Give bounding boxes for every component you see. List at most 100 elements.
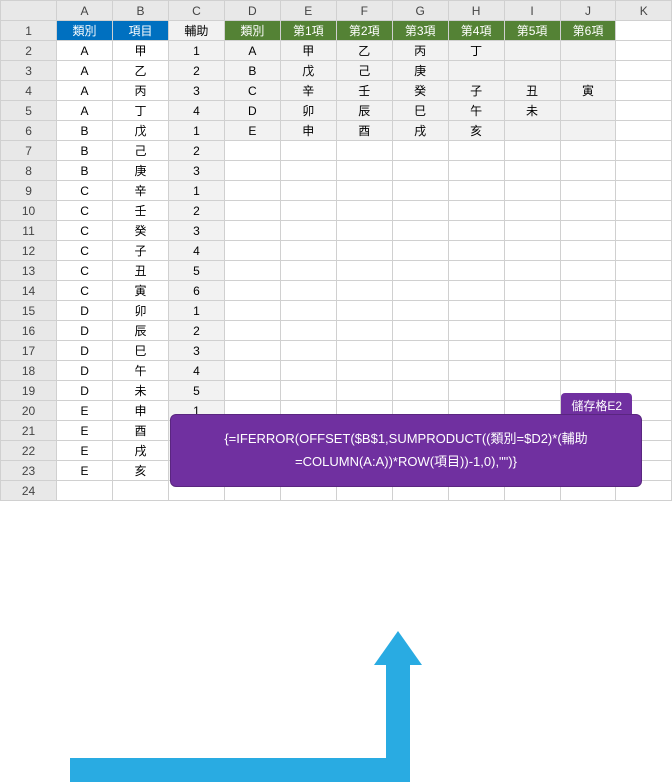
cell[interactable] — [448, 161, 504, 181]
cell[interactable]: 亥 — [448, 121, 504, 141]
cell[interactable] — [392, 241, 448, 261]
cell[interactable] — [448, 201, 504, 221]
cell[interactable]: 亥 — [113, 461, 169, 481]
col-C[interactable]: C — [168, 1, 224, 21]
cell[interactable] — [560, 121, 616, 141]
cell[interactable]: C — [57, 181, 113, 201]
cell[interactable] — [504, 361, 560, 381]
cell[interactable]: 辛 — [113, 181, 169, 201]
cell[interactable]: 子 — [113, 241, 169, 261]
row-1[interactable]: 1 — [1, 21, 57, 41]
row-17[interactable]: 17 — [1, 341, 57, 361]
cell[interactable]: C — [224, 81, 280, 101]
cell[interactable] — [392, 341, 448, 361]
col-F[interactable]: F — [336, 1, 392, 21]
cell[interactable] — [448, 281, 504, 301]
cell[interactable] — [504, 221, 560, 241]
cell[interactable] — [280, 201, 336, 221]
cell[interactable] — [616, 61, 672, 81]
col-A[interactable]: A — [57, 1, 113, 21]
cell[interactable]: 1 — [168, 121, 224, 141]
cell[interactable] — [616, 21, 672, 41]
select-all[interactable] — [1, 1, 57, 21]
cell[interactable]: 庚 — [392, 61, 448, 81]
cell[interactable]: 第5項 — [504, 21, 560, 41]
cell[interactable] — [280, 361, 336, 381]
row-12[interactable]: 12 — [1, 241, 57, 261]
cell[interactable] — [224, 241, 280, 261]
cell[interactable]: 丙 — [113, 81, 169, 101]
cell[interactable]: D — [224, 101, 280, 121]
cell[interactable] — [336, 181, 392, 201]
cell[interactable]: 寅 — [560, 81, 616, 101]
cell[interactable]: 2 — [168, 201, 224, 221]
row-3[interactable]: 3 — [1, 61, 57, 81]
cell[interactable]: 6 — [168, 281, 224, 301]
cell[interactable] — [224, 281, 280, 301]
cell[interactable] — [392, 281, 448, 301]
cell[interactable] — [336, 321, 392, 341]
row-15[interactable]: 15 — [1, 301, 57, 321]
cell[interactable]: 子 — [448, 81, 504, 101]
cell[interactable]: C — [57, 241, 113, 261]
cell[interactable] — [616, 301, 672, 321]
cell[interactable] — [616, 221, 672, 241]
cell[interactable] — [504, 341, 560, 361]
cell[interactable] — [224, 141, 280, 161]
cell[interactable] — [224, 221, 280, 241]
cell[interactable] — [336, 361, 392, 381]
cell[interactable] — [560, 201, 616, 221]
cell[interactable] — [504, 201, 560, 221]
cell[interactable] — [616, 121, 672, 141]
cell[interactable] — [616, 141, 672, 161]
row-24[interactable]: 24 — [1, 481, 57, 501]
cell[interactable]: A — [57, 81, 113, 101]
cell[interactable]: 未 — [504, 101, 560, 121]
cell[interactable]: 辛 — [280, 81, 336, 101]
cell[interactable]: A — [57, 101, 113, 121]
cell[interactable]: 巳 — [392, 101, 448, 121]
cell[interactable]: 5 — [168, 261, 224, 281]
cell[interactable]: B — [57, 141, 113, 161]
cell[interactable]: 第6項 — [560, 21, 616, 41]
cell[interactable] — [280, 261, 336, 281]
cell[interactable]: 丙 — [392, 41, 448, 61]
cell[interactable]: 1 — [168, 301, 224, 321]
cell[interactable]: 1 — [168, 181, 224, 201]
cell[interactable] — [616, 321, 672, 341]
cell[interactable]: 癸 — [113, 221, 169, 241]
cell[interactable]: E — [57, 441, 113, 461]
cell[interactable]: 壬 — [336, 81, 392, 101]
cell[interactable]: 寅 — [113, 281, 169, 301]
cell[interactable] — [224, 261, 280, 281]
cell[interactable] — [560, 41, 616, 61]
cell[interactable] — [448, 361, 504, 381]
cell[interactable] — [224, 301, 280, 321]
cell[interactable]: 3 — [168, 81, 224, 101]
cell[interactable]: A — [57, 41, 113, 61]
cell[interactable]: 4 — [168, 101, 224, 121]
row-18[interactable]: 18 — [1, 361, 57, 381]
cell[interactable]: 甲 — [280, 41, 336, 61]
cell[interactable]: 申 — [113, 401, 169, 421]
cell[interactable] — [392, 381, 448, 401]
row-4[interactable]: 4 — [1, 81, 57, 101]
cell[interactable]: 第4項 — [448, 21, 504, 41]
cell[interactable]: B — [57, 161, 113, 181]
cell[interactable]: 項目 — [113, 21, 169, 41]
cell[interactable] — [336, 241, 392, 261]
cell[interactable]: 辰 — [113, 321, 169, 341]
cell[interactable]: 辰 — [336, 101, 392, 121]
row-23[interactable]: 23 — [1, 461, 57, 481]
cell[interactable] — [224, 161, 280, 181]
cell[interactable]: C — [57, 201, 113, 221]
cell[interactable] — [280, 341, 336, 361]
cell[interactable] — [280, 181, 336, 201]
cell[interactable]: D — [57, 341, 113, 361]
cell[interactable] — [336, 141, 392, 161]
row-2[interactable]: 2 — [1, 41, 57, 61]
cell[interactable] — [560, 361, 616, 381]
col-I[interactable]: I — [504, 1, 560, 21]
cell[interactable] — [504, 161, 560, 181]
cell[interactable]: 己 — [113, 141, 169, 161]
